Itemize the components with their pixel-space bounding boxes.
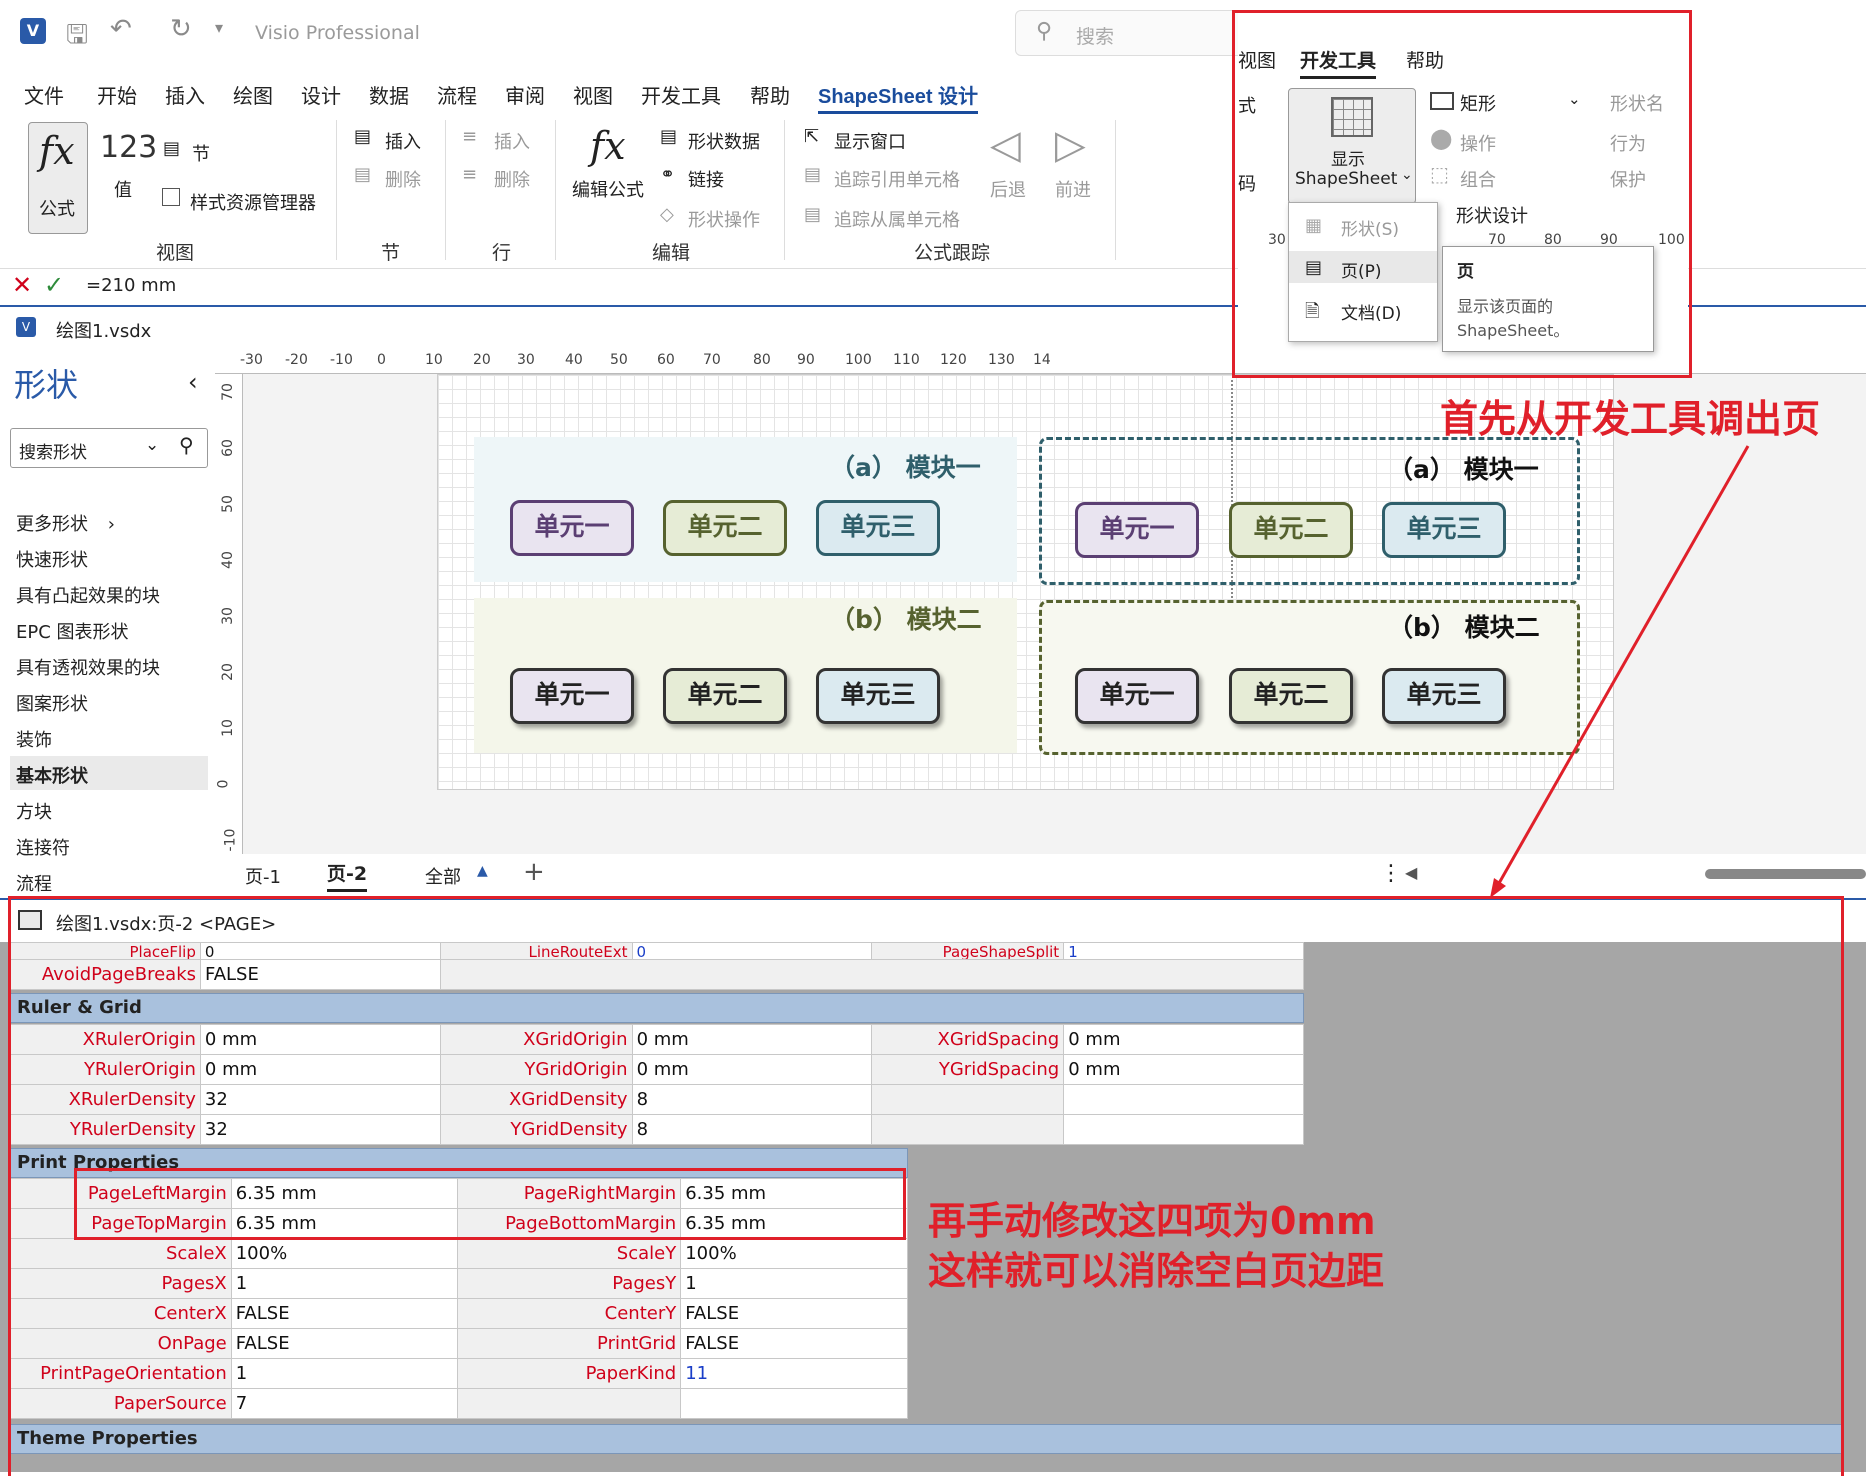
arrow-head <box>1490 878 1506 898</box>
annotation-arrow <box>1490 445 1750 898</box>
arrow-line <box>1492 445 1750 893</box>
